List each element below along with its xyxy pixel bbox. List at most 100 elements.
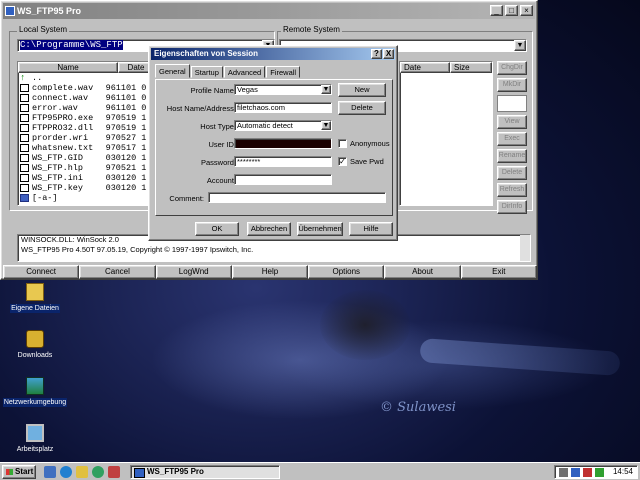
file-icon [20, 84, 29, 92]
tray-app-icon[interactable] [583, 468, 592, 477]
uebernehmen-button[interactable]: Übernehmen [297, 222, 343, 236]
connect-button[interactable]: Connect [3, 265, 80, 279]
tab-advanced[interactable]: Advanced [223, 66, 266, 78]
show-desktop-icon[interactable] [44, 466, 56, 478]
host-address-input[interactable]: filetchaos.com [234, 102, 332, 113]
host-label: Host Name/Address: [166, 104, 236, 113]
ok-button[interactable]: OK [195, 222, 239, 236]
computer-icon [26, 424, 44, 442]
new-button[interactable]: New [338, 83, 386, 97]
profile-name-combo[interactable]: Vegas ▼ [234, 84, 332, 95]
speaker-icon[interactable] [559, 468, 568, 477]
start-button[interactable]: Start [2, 465, 36, 479]
file-icon [20, 124, 29, 132]
minimize-button[interactable]: _ [490, 5, 503, 16]
network-tray-icon[interactable] [571, 468, 580, 477]
hilfe-button[interactable]: Hilfe [349, 222, 393, 236]
tray-app-icon[interactable] [595, 468, 604, 477]
user-id-input[interactable] [234, 138, 332, 149]
local-path-value: C:\Programme\WS_FTP [20, 40, 123, 50]
taskbar-item-ws-ftp[interactable]: WS_FTP95 Pro [130, 465, 280, 479]
column-header-date[interactable]: Date [400, 62, 450, 73]
local-file-list[interactable]: Name Date ↑.. complete.wav 961101 0 conne… [17, 61, 155, 206]
maximize-button[interactable]: □ [505, 5, 518, 16]
drive-icon [20, 194, 29, 202]
account-label: Account: [206, 176, 236, 185]
view-button[interactable]: View [497, 115, 527, 129]
log-scrollbar[interactable] [520, 235, 530, 261]
file-icon [20, 144, 29, 152]
system-tray: 14:54 [554, 465, 638, 479]
list-item[interactable]: prorder.wri 970527 1 [18, 133, 154, 143]
file-icon [20, 114, 29, 122]
remote-filter-input[interactable] [497, 95, 527, 112]
desktop-icon-arbeitsplatz[interactable]: Arbeitsplatz [0, 424, 70, 454]
list-item[interactable]: FTP95PRO.exe 970519 1 [18, 113, 154, 123]
list-item[interactable]: FTPPRO32.dll 970519 1 [18, 123, 154, 133]
comment-input[interactable] [208, 192, 386, 203]
chgdir-button[interactable]: ChgDir [497, 61, 527, 75]
account-input[interactable] [234, 174, 332, 185]
about-button[interactable]: About [384, 265, 461, 279]
tab-general[interactable]: General [155, 64, 190, 78]
local-system-label: Local System [17, 25, 70, 34]
password-input[interactable]: ******** [234, 156, 332, 167]
window-titlebar[interactable]: WS_FTP95 Pro _ □ × [3, 3, 535, 19]
cancel-button[interactable]: Cancel [79, 265, 156, 279]
list-item[interactable]: complete.wav 961101 0 [18, 83, 154, 93]
remote-file-list[interactable]: Date Size [399, 61, 493, 206]
list-item[interactable]: whatsnew.txt 970517 1 [18, 143, 154, 153]
downloads-icon [26, 330, 44, 348]
list-item[interactable]: WS_FTP.GID 030120 1 [18, 153, 154, 163]
abbrechen-button[interactable]: Abbrechen [247, 222, 291, 236]
options-button[interactable]: Options [308, 265, 385, 279]
dirinfo-button[interactable]: DirInfo [497, 200, 527, 214]
quicklaunch-app-icon[interactable] [108, 466, 120, 478]
delete-button[interactable]: Delete [497, 166, 527, 180]
exec-button[interactable]: Exec [497, 132, 527, 146]
list-item[interactable]: WS_FTP.key 030120 1 [18, 183, 154, 193]
file-icon [20, 174, 29, 182]
browser-icon[interactable] [92, 466, 104, 478]
list-item[interactable]: WS_FTP.ini 030120 1 [18, 173, 154, 183]
chevron-down-icon[interactable]: ▼ [514, 40, 526, 51]
folder-icon [26, 283, 44, 301]
dialog-titlebar[interactable]: Eigenschaften von Session ? X [151, 48, 395, 60]
list-item[interactable]: error.wav 961101 0 [18, 103, 154, 113]
list-item[interactable]: connect.wav 961101 0 [18, 93, 154, 103]
logwnd-button[interactable]: LogWnd [155, 265, 232, 279]
desktop-icon-netzwerkumgebung[interactable]: Netzwerkumgebung [0, 377, 70, 407]
rename-button[interactable]: Rename [497, 149, 527, 163]
host-type-select[interactable]: Automatic detect ▼ [234, 120, 332, 131]
profile-name-value: Vegas [237, 85, 258, 94]
desktop-icon-eigene-dateien[interactable]: Eigene Dateien [0, 283, 70, 313]
chevron-down-icon[interactable]: ▼ [321, 121, 331, 130]
file-icon [20, 104, 29, 112]
column-header-name[interactable]: Name [18, 62, 118, 73]
profile-name-label: Profile Name: [190, 86, 236, 95]
anonymous-checkbox[interactable] [338, 139, 347, 148]
file-icon [20, 184, 29, 192]
tab-firewall[interactable]: Firewall [266, 66, 301, 78]
list-item[interactable]: WS_FTP.hlp 970521 1 [18, 163, 154, 173]
tab-startup[interactable]: Startup [190, 66, 223, 78]
desktop-icon-downloads[interactable]: Downloads [0, 330, 70, 360]
desktop-icon-label: Eigene Dateien [10, 304, 60, 313]
column-header-size[interactable]: Size [450, 62, 492, 73]
host-type-label: Host Type: [200, 122, 236, 131]
chevron-down-icon[interactable]: ▼ [321, 85, 331, 94]
internet-explorer-icon[interactable] [60, 466, 72, 478]
outlook-express-icon[interactable] [76, 466, 88, 478]
file-icon [20, 164, 29, 172]
mkdir-button[interactable]: MkDir [497, 78, 527, 92]
close-icon[interactable]: X [383, 49, 394, 59]
list-item[interactable]: ↑.. [18, 73, 154, 83]
help-button[interactable]: Help [231, 265, 309, 279]
delete-profile-button[interactable]: Delete [338, 101, 386, 115]
refresh-button[interactable]: Refresh [497, 183, 527, 197]
close-button[interactable]: × [520, 5, 533, 16]
save-pwd-checkbox[interactable]: ✓ [338, 157, 347, 166]
exit-button[interactable]: Exit [460, 265, 537, 279]
help-icon[interactable]: ? [371, 49, 382, 59]
wallpaper-figure-head [320, 290, 410, 360]
